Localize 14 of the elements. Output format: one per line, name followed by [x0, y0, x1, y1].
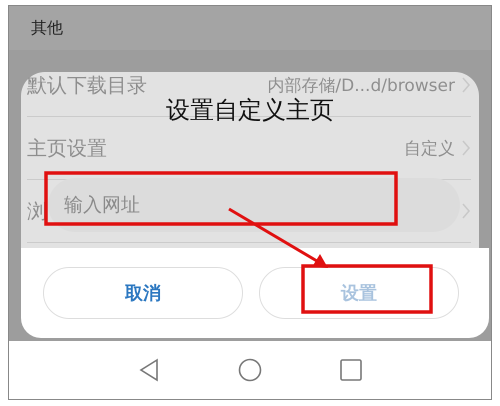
recent-apps-icon[interactable] [340, 359, 362, 381]
chevron-icon [461, 76, 471, 94]
url-input-field[interactable]: 输入网址 [48, 178, 460, 232]
cancel-button[interactable]: 取消 [43, 267, 243, 319]
back-icon[interactable] [138, 358, 160, 382]
dialog-title: 设置自定义主页 [166, 96, 334, 124]
setting-label[interactable]: 主页设置 [27, 134, 107, 162]
home-icon[interactable] [238, 358, 262, 382]
setting-value: 内部存储/D...d/browser [267, 74, 455, 96]
chevron-icon [461, 202, 471, 220]
section-title: 其他 [31, 18, 63, 38]
setting-value: 自定义 [404, 138, 455, 160]
chevron-icon [461, 139, 471, 157]
setting-label[interactable]: 默认下载目录 [27, 72, 147, 98]
